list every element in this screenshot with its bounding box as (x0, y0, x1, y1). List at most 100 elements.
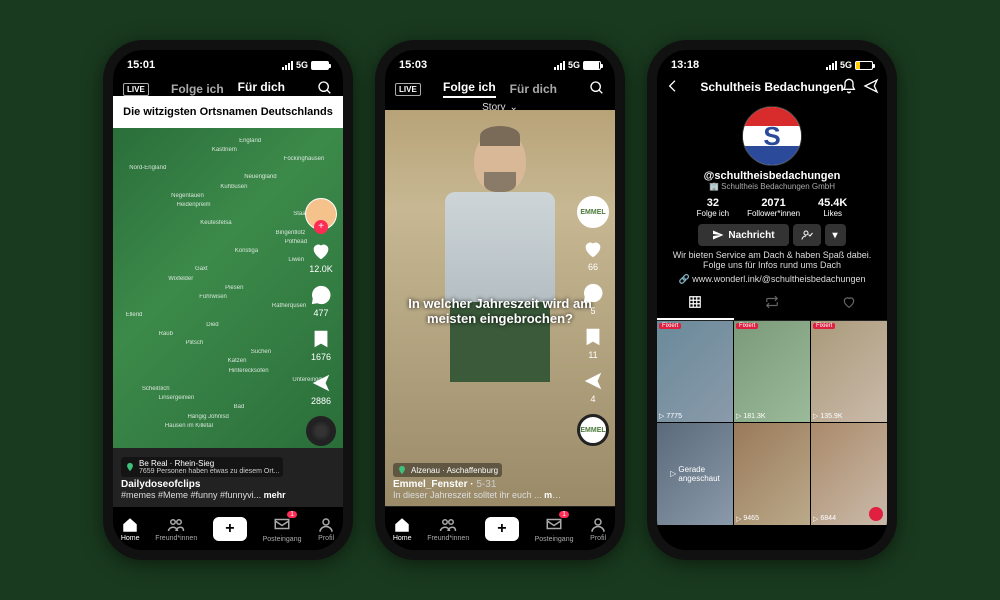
profile-bio: Wir bieten Service am Dach & haben Spaß … (657, 246, 887, 274)
location-icon (125, 462, 135, 472)
view-count: ▷181.3K (736, 412, 766, 420)
phone-1-feed-map: 15:01 5G LIVE Folge ich Für dich Die wit… (103, 40, 353, 560)
username[interactable]: Dailydoseofclips (121, 479, 293, 490)
share-button[interactable]: 2886 (310, 372, 332, 406)
caption[interactable]: #memes #Meme #funny #funnyvi... mehr (121, 490, 293, 500)
view-count: ▷7775 (659, 412, 682, 420)
bottom-nav: Home Freund*innen + 1Posteingang Profil (113, 506, 343, 550)
sound-disc[interactable]: EMMEL (577, 414, 609, 446)
nav-profile[interactable]: Profil (589, 516, 607, 542)
inbox-badge: 1 (559, 511, 569, 518)
profile-icon (589, 516, 607, 534)
tab-grid[interactable] (657, 291, 734, 320)
profile-buttons: Nachricht ▾ (657, 224, 887, 246)
tab-following[interactable]: Folge ich (443, 80, 496, 98)
view-count: ▷6844 (813, 515, 836, 523)
live-button[interactable]: LIVE (123, 83, 149, 96)
nav-create[interactable]: + (213, 517, 247, 541)
play-icon: ▷ (736, 412, 741, 420)
phone-2-feed-video: 15:03 5G LIVE Folge ich Für dich Story ⌄… (375, 40, 625, 560)
grid-item[interactable]: ▷6844 (811, 423, 887, 524)
profile-stats: 32Folge ich 2071Follower*innen 45.4KLike… (657, 197, 887, 218)
grid-item[interactable]: Fixiert▷7775 (657, 321, 733, 422)
location-chip[interactable]: Be Real · Rhein-Sieg7659 Personen haben … (121, 457, 283, 477)
follow-plus-icon[interactable]: + (314, 220, 328, 234)
location-icon (397, 465, 407, 475)
play-icon: ▷ (813, 412, 818, 420)
signal-icon (826, 61, 837, 70)
message-button[interactable]: Nachricht (698, 224, 788, 246)
nav-profile[interactable]: Profil (317, 516, 335, 542)
clock: 13:18 (671, 59, 699, 71)
comment-button[interactable]: 5 (582, 282, 604, 316)
pinned-badge: Fixiert (736, 323, 758, 329)
stat-likes[interactable]: 45.4KLikes (818, 197, 847, 218)
nav-home[interactable]: Home (121, 516, 140, 542)
comment-button[interactable]: 477 (310, 284, 332, 318)
profile-icon (317, 516, 335, 534)
clock: 15:01 (127, 59, 155, 71)
location-chip[interactable]: Alzenau · Aschaffenburg (393, 463, 502, 477)
profile-link[interactable]: 🔗 www.wonderl.ink/@schultheisbedachungen (657, 274, 887, 285)
grid-item[interactable]: ▷9465 (734, 423, 810, 524)
live-button[interactable]: LIVE (395, 83, 421, 96)
notifications-button[interactable] (841, 78, 857, 97)
grid-item[interactable]: Fixiert▷135.9K (811, 321, 887, 422)
record-indicator (869, 507, 883, 521)
share-button[interactable]: 4 (582, 370, 604, 404)
search-icon[interactable] (589, 80, 605, 99)
save-button[interactable]: 1676 (310, 328, 332, 362)
video-meta: Be Real · Rhein-Sieg7659 Personen haben … (121, 457, 293, 500)
creator-avatar[interactable]: + (305, 198, 337, 230)
nav-friends[interactable]: Freund*innen (427, 516, 469, 542)
play-icon: ▷ (659, 412, 664, 420)
caption[interactable]: In dieser Jahreszeit solltet ihr euch ..… (393, 490, 565, 500)
video-feed[interactable]: In welcher Jahreszeit wird am meisten ei… (385, 110, 615, 506)
phone-3-profile: 13:18 5G Schultheis Bedachungen S @schul… (647, 40, 897, 560)
notch (722, 50, 822, 72)
friends-icon (439, 516, 457, 534)
like-button[interactable]: 66 (582, 238, 604, 272)
nav-home[interactable]: Home (393, 516, 412, 542)
profile-header: Schultheis Bedachungen (657, 76, 887, 98)
grid-item[interactable]: Fixiert ▷181.3K (734, 321, 810, 422)
action-rail: + 12.0K 477 1676 2886 (305, 198, 337, 446)
grid-icon (688, 295, 702, 309)
tab-following[interactable]: Folge ich (171, 82, 224, 96)
home-icon (121, 516, 139, 534)
friends-icon (167, 516, 185, 534)
grid-item[interactable]: ▷Gerade angeschaut (657, 423, 733, 524)
creator-avatar[interactable]: EMMEL (577, 196, 609, 228)
person-check-icon (801, 229, 813, 241)
nav-create[interactable]: + (485, 517, 519, 541)
status-right: 5G (282, 60, 329, 70)
video-feed[interactable]: Die witzigsten Ortsnamen Deutschlands En… (113, 96, 343, 506)
profile-avatar[interactable]: S (742, 106, 802, 166)
stat-followers[interactable]: 2071Follower*innen (747, 197, 800, 218)
status-right: 5G (826, 60, 873, 70)
inbox-badge: 1 (287, 511, 297, 518)
sound-disc[interactable] (306, 416, 336, 446)
pinned-badge: Fixiert (813, 323, 835, 329)
following-dropdown-button[interactable] (793, 224, 821, 246)
share-profile-button[interactable] (863, 78, 879, 97)
network-label: 5G (568, 60, 580, 70)
nav-inbox[interactable]: 1Posteingang (263, 515, 302, 543)
tab-for-you[interactable]: Für dich (510, 82, 557, 96)
play-icon: ▷ (813, 515, 818, 523)
nav-friends[interactable]: Freund*innen (155, 516, 197, 542)
view-count: ▷9465 (736, 515, 759, 523)
battery-icon (855, 61, 873, 70)
username[interactable]: Emmel_Fenster · 5-31 (393, 479, 565, 490)
stat-following[interactable]: 32Folge ich (697, 197, 729, 218)
more-options-button[interactable]: ▾ (825, 224, 846, 246)
notch (178, 50, 278, 72)
back-button[interactable] (665, 78, 681, 97)
tab-liked[interactable] (810, 291, 887, 320)
tab-reposts[interactable] (734, 291, 811, 320)
nav-inbox[interactable]: 1Posteingang (535, 515, 574, 543)
like-button[interactable]: 12.0K (309, 240, 333, 274)
video-grid: Fixiert▷7775 Fixiert▷181.3K Fixiert▷135.… (657, 321, 887, 525)
save-button[interactable]: 11 (582, 326, 604, 360)
video-title-banner: Die witzigsten Ortsnamen Deutschlands (113, 96, 343, 128)
